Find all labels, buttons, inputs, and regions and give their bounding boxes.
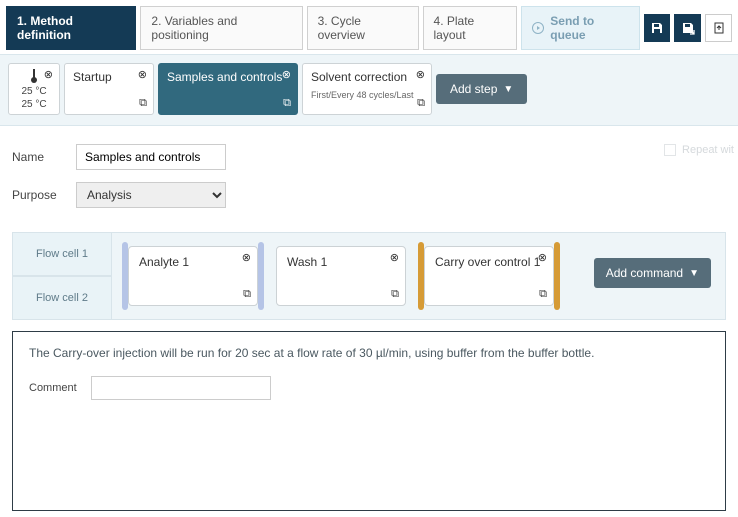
name-label: Name [12,150,62,164]
repeat-label: Repeat wit [682,144,734,156]
command-title: Carry over control 1 [435,255,540,269]
command-title: Analyte 1 [139,255,189,269]
checkbox-icon [664,144,676,156]
chevron-down-icon: ▼ [503,84,513,95]
comment-input[interactable] [91,376,271,400]
step-subtitle: First/Every 48 cycles/Last [311,90,421,100]
tab-variables[interactable]: 2. Variables and positioning [140,6,302,50]
purpose-label: Purpose [12,188,62,202]
name-input[interactable] [76,144,226,170]
copy-icon[interactable]: ⧉ [417,97,425,110]
commands-lane: ⊗ ⧉ Analyte 1 ⊗ ⧉ Wash 1 ⊗ ⧉ Carry o [112,232,726,320]
copy-icon[interactable]: ⧉ [539,288,547,301]
command-title: Wash 1 [287,255,327,269]
thermometer-icon [30,68,38,84]
temp-line-1: 25 °C [21,86,46,97]
step-strip: ⊗ 25 °C 25 °C ⊗ ⧉ Startup ⊗ ⧉ Samples an… [0,54,738,126]
save-button[interactable] [644,14,671,42]
close-icon[interactable]: ⊗ [44,68,53,81]
add-command-label: Add command [606,266,683,280]
detail-description: The Carry-over injection will be run for… [29,346,709,360]
close-icon[interactable]: ⊗ [282,68,291,81]
tab-plate-layout[interactable]: 4. Plate layout [423,6,518,50]
step-solvent-correction[interactable]: ⊗ ⧉ Solvent correction First/Every 48 cy… [302,63,432,115]
command-carry-over-control[interactable]: ⊗ ⧉ Carry over control 1 [418,242,560,310]
close-icon[interactable]: ⊗ [242,251,251,264]
flow-cell-1-label: Flow cell 1 [12,232,112,276]
step-startup[interactable]: ⊗ ⧉ Startup [64,63,154,115]
tab-method-definition[interactable]: 1. Method definition [6,6,136,50]
copy-icon[interactable]: ⧉ [243,288,251,301]
comment-label: Comment [29,382,77,394]
step-title: Startup [73,70,143,84]
add-step-button[interactable]: Add step ▼ [436,74,527,104]
add-command-button[interactable]: Add command ▼ [594,258,711,288]
flow-cell-lanes: Flow cell 1 Flow cell 2 ⊗ ⧉ Analyte 1 ⊗ … [12,232,726,320]
step-title: Samples and controls [167,70,287,84]
send-to-queue-button[interactable]: Send to queue [521,6,639,50]
step-fields: Repeat wit Name Purpose Analysis Flow ce… [0,126,738,517]
add-step-label: Add step [450,82,497,96]
close-icon[interactable]: ⊗ [390,251,399,264]
temp-line-2: 25 °C [21,99,46,110]
play-icon [532,22,544,34]
copy-icon[interactable]: ⧉ [283,97,291,110]
temperature-card[interactable]: ⊗ 25 °C 25 °C [8,63,60,115]
command-analyte-1[interactable]: ⊗ ⧉ Analyte 1 [122,242,264,310]
tab-cycle-overview[interactable]: 3. Cycle overview [307,6,419,50]
command-detail-panel: The Carry-over injection will be run for… [12,331,726,511]
repeat-checkbox[interactable]: Repeat wit [664,144,734,156]
queue-label: Send to queue [550,14,628,42]
flow-cell-2-label: Flow cell 2 [12,276,112,320]
close-icon[interactable]: ⊗ [416,68,425,81]
top-tabs: 1. Method definition 2. Variables and po… [0,0,738,54]
purpose-select[interactable]: Analysis [76,182,226,208]
close-icon[interactable]: ⊗ [138,68,147,81]
copy-icon[interactable]: ⧉ [391,288,399,301]
chevron-down-icon: ▼ [689,268,699,279]
command-wash-1[interactable]: ⊗ ⧉ Wash 1 [276,246,406,306]
step-title: Solvent correction [311,70,421,84]
close-icon[interactable]: ⊗ [538,251,547,264]
export-button[interactable] [705,14,732,42]
step-samples-controls[interactable]: ⊗ ⧉ Samples and controls [158,63,298,115]
copy-icon[interactable]: ⧉ [139,97,147,110]
save-as-button[interactable] [674,14,701,42]
